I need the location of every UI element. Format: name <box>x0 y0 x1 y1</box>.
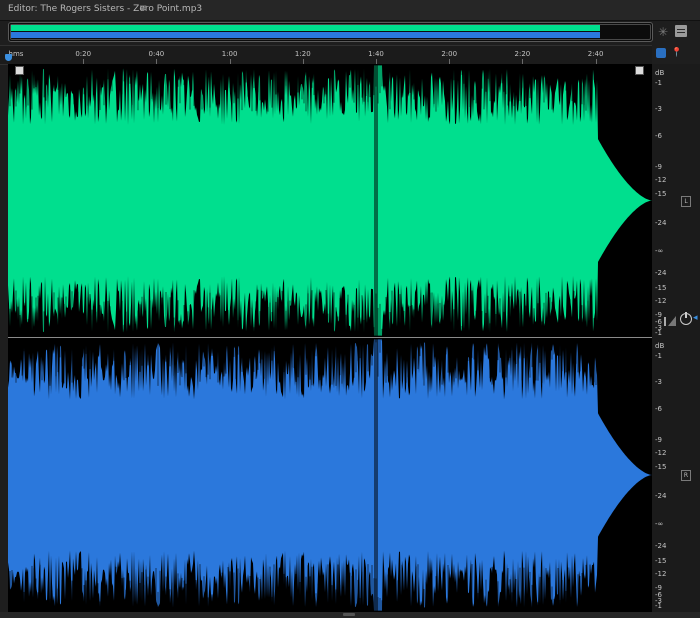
time-ruler[interactable]: hms 0:20 0:40 1:00 1:20 1:40 2:00 2:20 2:40 <box>0 45 652 65</box>
db-scale-label: -9 <box>655 436 662 445</box>
db-scale-label: -15 <box>655 189 667 198</box>
zoom-navigator-icon[interactable]: ✳ <box>656 25 670 39</box>
db-scale-label: dB <box>655 341 665 350</box>
db-scale-label: -6 <box>655 404 662 413</box>
db-scale-label: -12 <box>655 449 667 458</box>
db-scale-label: -9 <box>655 583 662 592</box>
db-scale-label: -3 <box>655 105 662 114</box>
db-scale-label: -1 <box>655 602 662 610</box>
fade-in-handle[interactable] <box>15 66 24 75</box>
overview-waveform[interactable] <box>8 22 653 42</box>
right-channel-waveform[interactable] <box>8 338 652 612</box>
left-channel-waveform[interactable] <box>8 64 652 337</box>
db-scale-label: -9 <box>655 163 662 172</box>
hamburger-icon[interactable]: ≡ <box>139 3 147 14</box>
editor-title-bar: Editor: The Rogers Sisters - Zero Point.… <box>0 0 700 21</box>
db-scale-label: -9 <box>655 310 662 319</box>
time-tick-label: 2:20 <box>514 50 531 58</box>
time-tick-label: 2:40 <box>587 50 604 58</box>
db-scale-label: -24 <box>655 541 667 550</box>
time-tick-label: 1:40 <box>368 50 384 58</box>
db-scale-label: -12 <box>655 570 667 579</box>
waveform-display[interactable] <box>8 64 652 612</box>
db-scale-label: -24 <box>655 218 667 227</box>
db-scale-label: -∞ <box>655 520 664 529</box>
db-scale-label: -∞ <box>655 247 664 256</box>
db-scale-label: -1 <box>655 352 662 361</box>
scroll-grip[interactable] <box>343 613 355 616</box>
db-scale-label: -15 <box>655 462 667 471</box>
overview-visible-range[interactable] <box>10 24 651 40</box>
db-scale-label: -12 <box>655 176 667 185</box>
db-scale-label: dB <box>655 68 665 77</box>
db-scale-label: -3 <box>655 378 662 387</box>
channel-badge-left[interactable]: L <box>681 196 691 207</box>
channel-badge-right[interactable]: R <box>681 470 691 481</box>
snap-magnet-icon[interactable] <box>656 48 666 58</box>
pin-icon[interactable]: 📍 <box>671 48 682 58</box>
db-scale-label: -1 <box>655 329 662 337</box>
db-scale-label: -24 <box>655 491 667 500</box>
time-tick-label: 2:00 <box>441 50 458 58</box>
db-scale-label: -6 <box>655 131 662 140</box>
amplitude-scale: L R dB -1 -3 -6 -9 -12 -15 -24 -∞ -24 -15 -12 -9 -6 -3… <box>652 64 700 612</box>
power-icon[interactable] <box>680 312 692 325</box>
time-tick-label: 0:40 <box>148 50 165 58</box>
waveform-body <box>8 339 652 611</box>
editor-title: Editor: The Rogers Sisters - Zero Point.… <box>8 4 203 14</box>
arrow-left-icon[interactable]: ◂ <box>693 313 698 323</box>
time-tick-label: 1:00 <box>221 50 238 58</box>
panel-menu-icon[interactable] <box>675 25 687 37</box>
db-scale-label: -15 <box>655 284 667 293</box>
waveform-body <box>8 65 652 336</box>
db-scale-label: -12 <box>655 297 667 306</box>
db-scale-label: -24 <box>655 268 667 277</box>
playhead-marker-icon[interactable] <box>5 54 12 61</box>
db-scale-label: -15 <box>655 557 667 566</box>
time-tick-label: 1:20 <box>294 50 311 58</box>
db-scale-label: -1 <box>655 79 662 88</box>
amplitude-level-icon[interactable] <box>664 314 676 326</box>
fade-out-handle[interactable] <box>635 66 644 75</box>
time-tick-label: 0:20 <box>75 50 92 58</box>
